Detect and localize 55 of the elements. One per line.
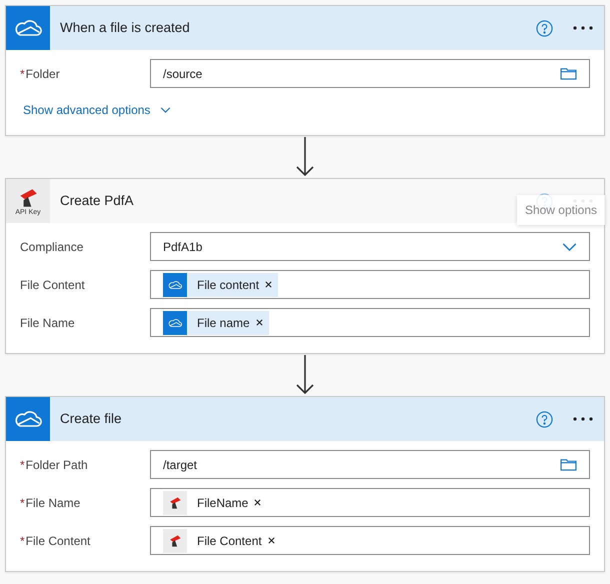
- cloud-icon: [168, 280, 182, 290]
- input-field[interactable]: /source: [150, 59, 590, 88]
- flow-arrow: [295, 137, 315, 177]
- required-mark: *: [20, 533, 25, 550]
- folder-icon[interactable]: [560, 67, 577, 80]
- card-header[interactable]: When a file is created: [6, 6, 604, 50]
- advanced-options-link[interactable]: Show advanced options: [23, 101, 172, 119]
- required-mark: *: [20, 66, 25, 83]
- chevron-down-icon: [160, 107, 172, 113]
- remove-icon[interactable]: [256, 319, 263, 326]
- api-key-logo-icon: [168, 496, 182, 510]
- input-field[interactable]: File content: [150, 270, 590, 299]
- field-label: File Name: [20, 315, 75, 332]
- token[interactable]: File content: [187, 272, 278, 296]
- folder-icon[interactable]: [560, 458, 577, 471]
- dropdown[interactable]: PdfA1b: [150, 232, 590, 261]
- token[interactable]: File name: [187, 310, 269, 334]
- field-label: Folder: [26, 66, 60, 83]
- more-icon[interactable]: [573, 26, 593, 30]
- cloud-icon: [14, 410, 42, 428]
- card-title: Create file: [60, 410, 123, 428]
- remove-icon[interactable]: [268, 537, 275, 544]
- token[interactable]: File Content: [187, 528, 281, 552]
- token[interactable]: FileName: [187, 490, 268, 514]
- input-field[interactable]: /target: [150, 450, 590, 479]
- input-field[interactable]: File name: [150, 308, 590, 337]
- help-icon[interactable]: [536, 20, 553, 36]
- cloud-icon: [168, 318, 182, 328]
- card-title: When a file is created: [60, 18, 191, 37]
- token-label: File name: [197, 314, 250, 332]
- input-field[interactable]: FileName: [150, 488, 590, 517]
- input-field[interactable]: File Content: [150, 526, 590, 555]
- required-mark: *: [20, 457, 25, 474]
- cloud-icon: [14, 19, 42, 37]
- field-label: File Content: [26, 533, 90, 550]
- more-icon[interactable]: [573, 417, 593, 421]
- token-label: File content: [197, 276, 260, 294]
- required-mark: *: [20, 495, 25, 512]
- field-label: File Content: [20, 277, 85, 294]
- field-value: /source: [163, 66, 204, 82]
- field-value: /target: [163, 456, 198, 474]
- token-label: File Content: [197, 532, 262, 550]
- field-label: Folder Path: [26, 457, 88, 474]
- tooltip: Show options: [516, 195, 605, 225]
- flow-arrow: [295, 355, 315, 395]
- field-value: PdfA1b: [163, 238, 204, 256]
- token-label: FileName: [197, 494, 248, 512]
- field-label: Compliance: [20, 239, 84, 256]
- card-header[interactable]: Create file: [6, 397, 604, 441]
- chevron-down-icon[interactable]: [562, 242, 577, 250]
- remove-icon[interactable]: [265, 281, 272, 288]
- remove-icon[interactable]: [254, 499, 262, 506]
- help-icon[interactable]: [536, 410, 553, 428]
- field-label: File Name: [26, 495, 80, 512]
- api-key-logo-icon: [168, 534, 182, 548]
